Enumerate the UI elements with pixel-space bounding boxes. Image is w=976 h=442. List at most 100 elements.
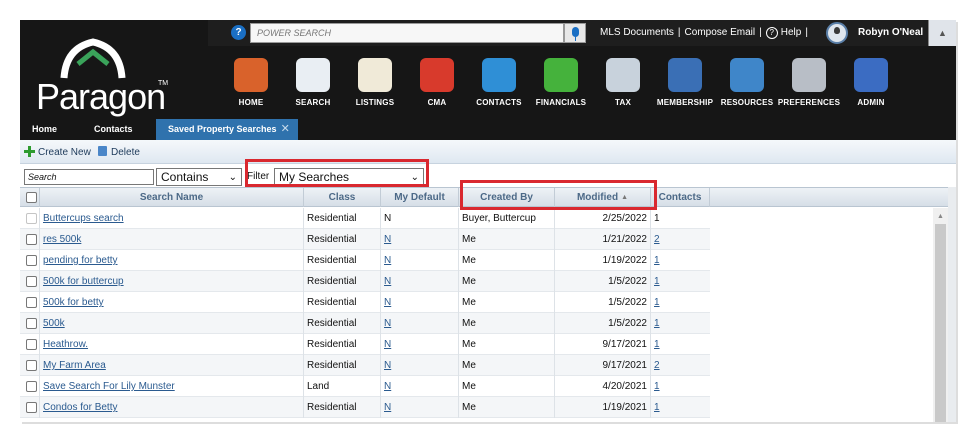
my-default-link[interactable]: N [381, 229, 459, 250]
row-checkbox[interactable] [26, 360, 37, 371]
nav-label: CONTACTS [476, 98, 522, 107]
filter-bar: Search Contains ⌄ Filter My Searches ⌄ [20, 165, 956, 187]
row-checkbox[interactable] [26, 381, 37, 392]
my-default-link[interactable]: N [381, 376, 459, 397]
table-row[interactable]: Save Search For Lily Munster Land N Me 4/20/… [20, 376, 710, 397]
table-row[interactable]: 500k Residential N Me 1/5/2022 1 [20, 313, 710, 334]
tab-home[interactable]: Home [32, 119, 57, 140]
class-cell: Residential [304, 355, 381, 376]
col-created-by[interactable]: Created By [459, 188, 555, 207]
search-name-link[interactable]: Save Search For Lily Munster [40, 376, 304, 397]
my-default-link[interactable]: N [381, 271, 459, 292]
row-checkbox[interactable] [26, 339, 37, 350]
nav-label: MEMBERSHIP [656, 98, 714, 107]
search-name-link[interactable]: pending for betty [40, 250, 304, 271]
vertical-scrollbar[interactable]: ▲ [933, 208, 948, 422]
toolbar: Create New Delete [20, 140, 956, 164]
financials-icon [544, 58, 578, 92]
modified-cell: 1/5/2022 [555, 292, 651, 313]
close-icon[interactable]: ✕ [281, 123, 290, 135]
contacts-link[interactable]: 2 [651, 229, 710, 250]
sort-icon: ▲ [621, 194, 629, 201]
table-row[interactable]: Buttercups search Residential N Buyer, Butt… [20, 208, 710, 229]
user-avatar[interactable] [826, 22, 848, 44]
table-row[interactable]: Heathrow. Residential N Me 9/17/2021 1 [20, 334, 710, 355]
scroll-thumb[interactable] [935, 224, 946, 422]
modified-cell: 1/5/2022 [555, 271, 651, 292]
row-checkbox[interactable] [26, 234, 37, 245]
row-select-cell [20, 334, 40, 355]
user-name[interactable]: Robyn O'Neal [858, 20, 923, 46]
create-new-button[interactable]: Create New [24, 146, 91, 159]
mls-documents-link[interactable]: MLS Documents [600, 27, 674, 38]
table-row[interactable]: My Farm Area Residential N Me 9/17/2021 2 [20, 355, 710, 376]
search-name-link[interactable]: Heathrow. [40, 334, 304, 355]
scroll-up-icon[interactable]: ▲ [937, 213, 944, 220]
contacts-link[interactable]: 1 [651, 250, 710, 271]
search-name-link[interactable]: My Farm Area [40, 355, 304, 376]
table-row[interactable]: Condos for Betty Residential N Me 1/19/2021 1 [20, 397, 710, 418]
contacts-link[interactable]: 2 [651, 355, 710, 376]
col-modified[interactable]: Modified ▲ [555, 188, 651, 207]
table-row[interactable]: 500k for betty Residential N Me 1/5/2022 1 [20, 292, 710, 313]
class-cell: Residential [304, 250, 381, 271]
filter-select[interactable]: My Searches ⌄ [274, 168, 424, 186]
class-cell: Residential [304, 397, 381, 418]
row-checkbox[interactable] [26, 318, 37, 329]
row-select-cell [20, 355, 40, 376]
created-by-cell: Me [459, 376, 555, 397]
table-row[interactable]: res 500k Residential N Me 1/21/2022 2 [20, 229, 710, 250]
row-checkbox[interactable] [26, 255, 37, 266]
my-default-link[interactable]: N [381, 355, 459, 376]
match-mode-select[interactable]: Contains ⌄ [156, 168, 242, 186]
modified-cell: 1/19/2021 [555, 397, 651, 418]
search-name-link[interactable]: 500k [40, 313, 304, 334]
help-link[interactable]: ? Help [765, 20, 801, 46]
tab-contacts[interactable]: Contacts [94, 119, 133, 140]
search-name-input[interactable]: Search [24, 169, 154, 185]
home-icon [234, 58, 268, 92]
question-icon[interactable]: ? [231, 25, 246, 40]
app-header: ? POWER SEARCH MLS Documents | Compose Ema… [20, 20, 956, 140]
col-search-name[interactable]: Search Name [40, 188, 304, 207]
contacts-link[interactable]: 1 [651, 313, 710, 334]
contacts-link[interactable]: 1 [651, 292, 710, 313]
row-checkbox[interactable] [26, 297, 37, 308]
my-default-link[interactable]: N [381, 292, 459, 313]
table-row[interactable]: 500k for buttercup Residential N Me 1/5/2022… [20, 271, 710, 292]
my-default-link[interactable]: N [381, 250, 459, 271]
compose-email-link[interactable]: Compose Email [685, 27, 756, 38]
table-row[interactable]: pending for betty Residential N Me 1/19/2022… [20, 250, 710, 271]
contacts-link[interactable]: 1 [651, 397, 710, 418]
delete-button[interactable]: Delete [98, 146, 140, 159]
tab-saved-property-searches[interactable]: Saved Property Searches ✕ [156, 119, 298, 140]
microphone-icon[interactable] [564, 23, 586, 43]
row-checkbox[interactable] [26, 402, 37, 413]
contacts-link[interactable]: 1 [651, 271, 710, 292]
col-class[interactable]: Class [304, 188, 381, 207]
my-default-link[interactable]: N [381, 313, 459, 334]
col-contacts[interactable]: Contacts [651, 188, 710, 207]
nav-label: FINANCIALS [535, 98, 587, 107]
my-default-link[interactable]: N [381, 208, 459, 229]
search-name-link[interactable]: Condos for Betty [40, 397, 304, 418]
collapse-header-button[interactable]: ▲ [928, 20, 956, 46]
search-name-link[interactable]: 500k for buttercup [40, 271, 304, 292]
search-name-link[interactable]: res 500k [40, 229, 304, 250]
search-name-link[interactable]: Buttercups search [40, 208, 304, 229]
power-search-input[interactable]: POWER SEARCH [250, 23, 564, 43]
select-all-checkbox[interactable] [26, 192, 37, 203]
row-select-cell [20, 208, 40, 229]
row-checkbox[interactable] [26, 276, 37, 287]
nav-label: RESOURCES [720, 98, 774, 107]
col-my-default[interactable]: My Default [381, 188, 459, 207]
contacts-link[interactable]: 1 [651, 334, 710, 355]
my-default-link[interactable]: N [381, 334, 459, 355]
contacts-link[interactable]: 1 [651, 208, 710, 229]
created-by-cell: Me [459, 355, 555, 376]
class-cell: Residential [304, 292, 381, 313]
my-default-link[interactable]: N [381, 397, 459, 418]
contacts-link[interactable]: 1 [651, 376, 710, 397]
logo-tm: TM [158, 80, 169, 87]
search-name-link[interactable]: 500k for betty [40, 292, 304, 313]
